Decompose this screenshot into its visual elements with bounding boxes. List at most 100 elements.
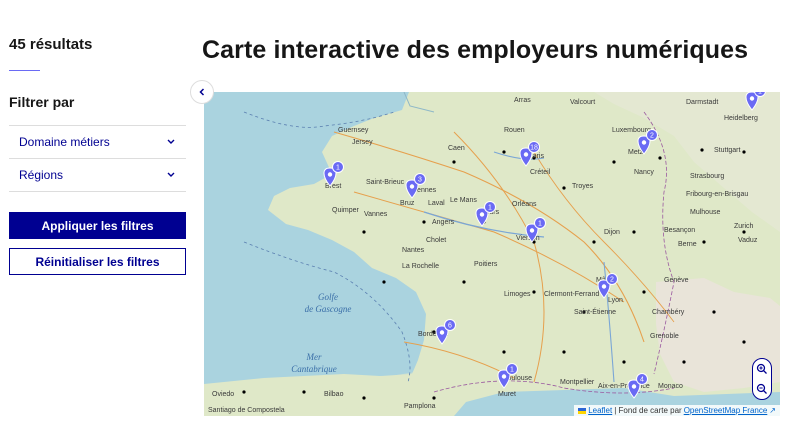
pin-center [479,212,485,217]
attribution-separator: | Fond de carte par [614,406,682,415]
svg-text:Berne: Berne [678,241,697,248]
pin-center [501,374,507,379]
svg-text:Bilbao: Bilbao [324,391,344,398]
svg-text:Bruz: Bruz [400,200,415,207]
svg-text:Vannes: Vannes [364,211,388,218]
cluster-count: 6 [448,323,452,330]
svg-text:Darmstadt: Darmstadt [686,99,718,106]
cluster-count: 2 [650,133,654,140]
svg-text:Oviedo: Oviedo [212,391,234,398]
svg-text:Nancy: Nancy [634,169,654,176]
svg-text:Valcourt: Valcourt [570,99,595,106]
svg-text:Zurich: Zurich [734,223,754,230]
chevron-left-icon [199,88,205,96]
cluster-count: 18 [530,145,538,152]
svg-text:Quimper: Quimper [332,207,360,214]
page-title: Carte interactive des employeurs numériq… [202,36,749,64]
pin-center [601,284,607,289]
cluster-count: 1 [510,367,514,374]
svg-text:Clermont-Ferrand: Clermont-Ferrand [544,291,599,298]
svg-text:La Rochelle: La Rochelle [402,263,439,270]
osm-link[interactable]: OpenStreetMap France [684,406,768,415]
filter-accordion: Domaine métiers Régions [9,125,186,192]
svg-text:Lyon: Lyon [608,297,623,304]
svg-text:Dijon: Dijon [604,229,620,236]
svg-text:Caen: Caen [448,145,465,152]
svg-text:Jersey: Jersey [352,139,373,146]
zoom-in-button[interactable] [754,361,770,377]
cluster-count: 3 [418,177,422,184]
interactive-map[interactable]: Jersey Guernsey Brest Quimper Vannes Nantes Re… [204,92,780,416]
map-attribution: Leaflet | Fond de carte par OpenStreetMa… [574,405,780,416]
pin-center [439,330,445,335]
filter-domaine-metiers[interactable]: Domaine métiers [9,126,186,159]
svg-text:Monaco: Monaco [658,383,683,390]
pin-center [409,184,415,189]
svg-text:Grenoble: Grenoble [650,333,679,340]
svg-text:Laval: Laval [428,200,445,207]
pin-center [327,172,333,177]
svg-text:Mulhouse: Mulhouse [690,209,720,216]
svg-text:Angers: Angers [432,219,455,226]
svg-text:Fribourg-en-Brisgau: Fribourg-en-Brisgau [686,191,748,198]
svg-text:Orléans: Orléans [512,201,537,208]
svg-text:Heidelberg: Heidelberg [724,115,758,122]
svg-text:Muret: Muret [498,391,516,398]
chevron-down-icon [166,170,176,180]
zoom-out-button[interactable] [754,381,770,397]
svg-text:Genève: Genève [664,277,689,284]
svg-text:Chambéry: Chambéry [652,309,685,316]
sea-label-gascogne: de Gascogne [305,304,352,314]
filter-label: Régions [19,168,64,182]
apply-filters-button[interactable]: Appliquer les filtres [9,212,186,239]
svg-text:Vaduz: Vaduz [738,237,758,244]
svg-text:Limoges: Limoges [504,291,531,298]
svg-text:Strasbourg: Strasbourg [690,173,724,180]
results-count: 45 résultats [9,36,93,53]
reset-filters-button[interactable]: Réinitialiser les filtres [9,248,186,275]
pin-center [641,140,647,145]
svg-text:Montpellier: Montpellier [560,379,595,386]
filter-regions[interactable]: Régions [9,159,186,192]
svg-text:Troyes: Troyes [572,183,594,190]
zoom-control [752,358,772,400]
cluster-count: 4 [640,377,644,384]
svg-text:Cholet: Cholet [426,237,446,244]
svg-text:Créteil: Créteil [530,169,551,176]
filter-sidebar: 45 résultats Filtrer par Domaine métiers… [0,0,196,445]
svg-text:Poitiers: Poitiers [474,261,498,268]
sea-label-golfe: Golfe [318,292,338,302]
pin-center [523,152,529,157]
collapse-sidebar-button[interactable] [190,80,214,104]
svg-text:Saint-Brieuc: Saint-Brieuc [366,179,405,186]
svg-text:Arras: Arras [514,97,531,104]
svg-text:Brest: Brest [325,183,341,190]
zoom-in-icon [756,363,767,374]
chevron-down-icon [166,137,176,147]
svg-text:Pamplona: Pamplona [404,403,436,410]
cluster-count: 1 [336,165,340,172]
cluster-count: 1 [538,221,542,228]
svg-text:Nantes: Nantes [402,247,425,254]
zoom-out-icon [756,383,767,394]
leaflet-link[interactable]: Leaflet [588,406,612,415]
svg-text:Stuttgart: Stuttgart [714,147,741,154]
map-tiles[interactable]: JerseyGuernseyBrestQuimperVannesNantesRe… [204,92,780,416]
sea-label-mer: Mer [306,352,322,362]
pin-center [749,96,755,101]
external-link-icon: ↗ [769,406,776,415]
results-divider [9,70,40,71]
svg-text:Le Mans: Le Mans [450,197,477,204]
cluster-count: 1 [488,205,492,212]
leaflet-flag-icon [578,407,587,414]
svg-text:Rouen: Rouen [504,127,525,134]
pin-center [529,228,535,233]
svg-text:Luxembourg: Luxembourg [612,127,651,134]
svg-text:Besançon: Besançon [664,227,695,234]
sea-label-cantabrique: Cantabrique [291,364,337,374]
filter-label: Domaine métiers [19,135,110,149]
pin-center [631,384,637,389]
svg-text:Guernsey: Guernsey [338,127,369,134]
cluster-count: 2 [610,277,614,284]
cluster-count: 1 [758,92,762,96]
